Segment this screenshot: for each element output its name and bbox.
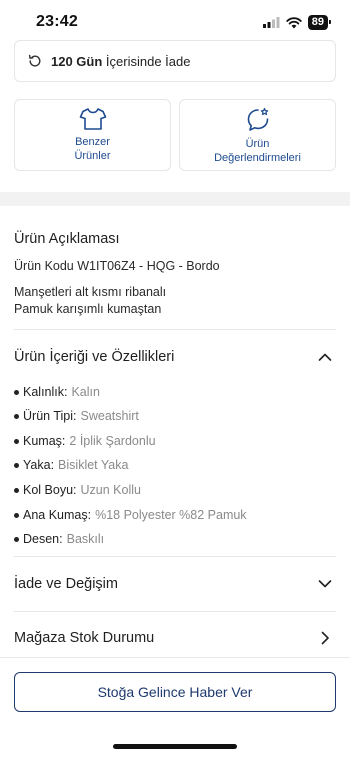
spec-item: Desen: Baskılı xyxy=(14,532,104,546)
return-policy-card[interactable]: 120 Gün İçerisinde İade xyxy=(14,40,336,82)
divider xyxy=(14,611,336,612)
status-bar: 23:42 89 xyxy=(0,0,350,44)
chevron-right-icon xyxy=(321,631,329,645)
bullet xyxy=(14,462,19,468)
spec-value: Bisiklet Yaka xyxy=(58,458,129,472)
product-reviews-button[interactable]: Ürün Değerlendirmeleri xyxy=(179,99,336,171)
chevron-up-icon xyxy=(318,353,332,361)
section-separator xyxy=(0,192,350,206)
wifi-icon xyxy=(286,16,302,28)
home-indicator xyxy=(113,744,237,749)
similar-products-label: Benzer Ürünler xyxy=(74,136,111,162)
spec-key: Kol Boyu: xyxy=(23,483,77,497)
status-time: 23:42 xyxy=(36,13,78,30)
notify-when-in-stock-button[interactable]: Stoğa Gelince Haber Ver xyxy=(14,672,336,712)
bullet xyxy=(14,536,19,542)
spec-value: Baskılı xyxy=(66,532,105,546)
bullet xyxy=(14,487,19,493)
spec-key: Desen: xyxy=(23,532,63,546)
spec-key: Kalınlık: xyxy=(23,385,68,399)
battery-indicator: 89 xyxy=(307,15,332,30)
spec-key: Ana Kumaş: xyxy=(23,508,92,522)
spec-item: Kol Boyu: Uzun Kollu xyxy=(14,483,141,497)
description-line: Manşetleri alt kısmı ribanalı xyxy=(14,285,167,299)
refresh-icon xyxy=(28,54,41,67)
divider xyxy=(14,556,336,557)
similar-products-button[interactable]: Benzer Ürünler xyxy=(14,99,171,171)
spec-value: Uzun Kollu xyxy=(80,483,141,497)
return-days: 120 Gün xyxy=(51,53,103,69)
review-badge-icon xyxy=(247,107,268,131)
divider xyxy=(14,329,336,330)
spec-key: Kumaş: xyxy=(23,434,66,448)
product-reviews-label: Ürün Değerlendirmeleri xyxy=(214,138,301,164)
spec-key: Yaka: xyxy=(23,458,55,472)
spec-value: %18 Polyester %82 Pamuk xyxy=(95,508,247,522)
spec-item: Kumaş: 2 İplik Şardonlu xyxy=(14,434,156,448)
return-rest: İçerisinde İade xyxy=(105,53,191,69)
specs-title: Ürün İçeriği ve Özellikleri xyxy=(14,349,175,365)
status-icons: 89 xyxy=(262,15,332,30)
returns-title: İade ve Değişim xyxy=(14,576,118,592)
bullet xyxy=(14,438,19,444)
spec-item: Ana Kumaş: %18 Polyester %82 Pamuk xyxy=(14,508,247,522)
description-title: Ürün Açıklaması xyxy=(14,231,120,247)
bullet xyxy=(14,512,19,518)
return-policy-text: 120 Gün İçerisinde İade xyxy=(51,54,190,69)
tshirt-icon xyxy=(79,108,106,130)
bullet xyxy=(14,389,19,395)
store-stock-title: Mağaza Stok Durumu xyxy=(14,630,155,646)
spec-value: 2 İplik Şardonlu xyxy=(69,434,156,448)
spec-value: Sweatshirt xyxy=(80,409,139,423)
spec-item: Yaka: Bisiklet Yaka xyxy=(14,458,128,472)
spec-key: Ürün Tipi: xyxy=(23,409,77,423)
chevron-down-icon xyxy=(318,580,332,588)
bullet xyxy=(14,413,19,419)
spec-item: Ürün Tipi: Sweatshirt xyxy=(14,409,139,423)
product-code: Ürün Kodu W1IT06Z4 - HQG - Bordo xyxy=(14,259,220,273)
description-line: Pamuk karışımlı kumaştan xyxy=(14,302,162,316)
spec-value: Kalın xyxy=(71,385,100,399)
signal-icon xyxy=(262,17,280,28)
spec-item: Kalınlık: Kalın xyxy=(14,385,100,399)
